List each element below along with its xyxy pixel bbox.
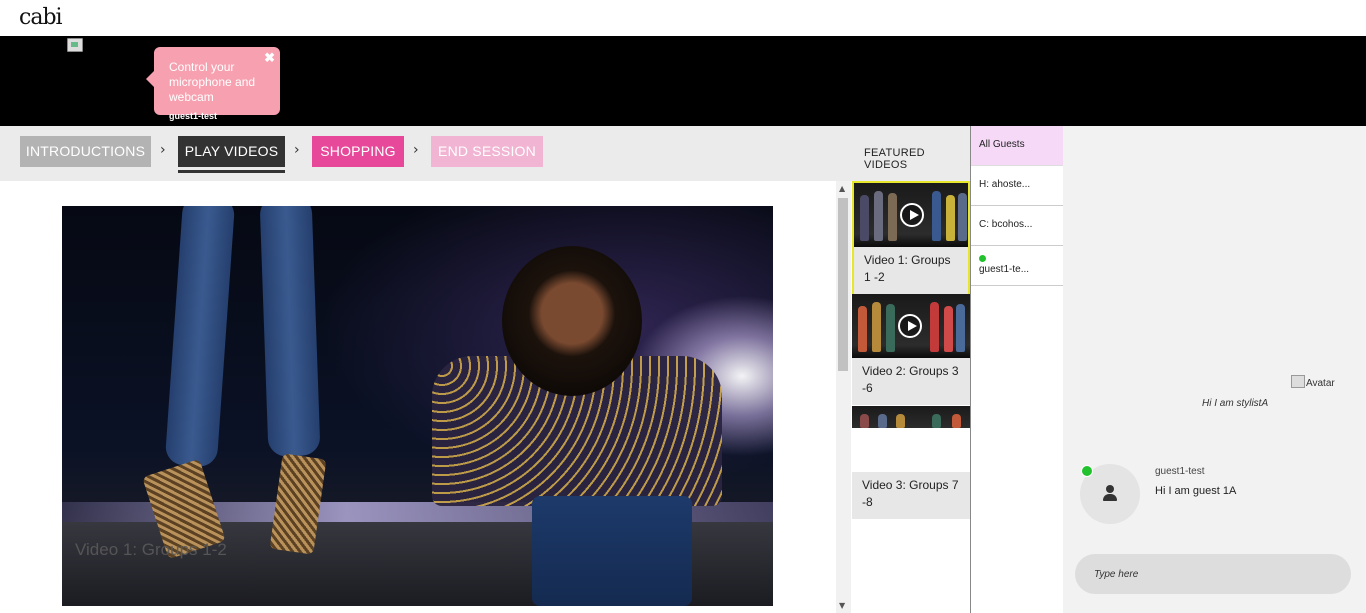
video-title: Video 2: Groups 3 -6 — [862, 364, 959, 395]
thumb-figure — [946, 195, 955, 241]
person-icon — [1103, 485, 1117, 501]
video-title: Video 1: Groups 1 -2 — [864, 253, 951, 284]
step-end-session-button[interactable]: END SESSION — [431, 136, 543, 167]
chevron-right-icon: › — [413, 142, 419, 158]
video-thumbnail — [852, 294, 970, 358]
guest-row-cohost[interactable]: C: bcohos... — [971, 206, 1063, 246]
tooltip-text: Control your microphone and webcam — [169, 60, 256, 104]
thumb-figure — [896, 414, 905, 428]
participant-strip: Control your microphone and webcam ✖ gue… — [0, 36, 1366, 126]
guest-row-guest[interactable]: guest1-te... — [971, 246, 1063, 286]
chat-input[interactable] — [1075, 554, 1351, 594]
mic-webcam-tooltip: Control your microphone and webcam ✖ — [146, 47, 280, 115]
webcam-image-icon — [67, 38, 83, 52]
thumb-figure — [860, 414, 869, 428]
model-leg — [164, 206, 236, 468]
thumb-figure — [886, 304, 895, 352]
all-guests-tab[interactable]: All Guests — [971, 126, 1063, 166]
participant-name: guest1-test — [169, 111, 218, 121]
featured-video-card[interactable]: Video 3: Groups 7 -8 — [852, 406, 970, 519]
guest-avatar — [1080, 464, 1140, 524]
thumb-figure — [932, 191, 941, 241]
top-header: cabi — [0, 0, 1366, 36]
thumb-figure — [872, 302, 881, 352]
video-title: Video 3: Groups 7 -8 — [862, 478, 959, 509]
video-caption: Video 1: Groups 1-2 — [75, 540, 227, 559]
guest-label: guest1-te... — [979, 264, 1030, 275]
step-introductions-button[interactable]: INTRODUCTIONS — [20, 136, 151, 167]
video-thumbnail — [852, 406, 970, 472]
step-play-videos-button[interactable]: PLAY VIDEOS — [178, 136, 285, 173]
thumb-figure — [874, 191, 883, 241]
featured-videos-heading: FEATURED VIDEOS — [864, 147, 925, 171]
cabi-logo[interactable]: cabi — [19, 5, 63, 30]
host-avatar: Avatar — [1291, 375, 1335, 389]
chevron-right-icon: › — [160, 142, 166, 158]
video-thumbnail — [854, 183, 968, 247]
model-leg — [259, 206, 321, 457]
model-jeans — [532, 496, 692, 606]
featured-video-card[interactable]: Video 2: Groups 3 -6 — [852, 294, 970, 405]
thumb-figure — [888, 193, 897, 241]
featured-scrollbar[interactable]: ▲ ▼ — [836, 181, 851, 613]
close-icon[interactable]: ✖ — [264, 50, 275, 65]
scroll-up-arrow-icon[interactable]: ▲ — [839, 184, 845, 193]
thumb-figure — [958, 193, 967, 241]
scroll-thumb[interactable] — [838, 198, 848, 371]
online-status-icon — [979, 255, 986, 262]
thumb-figure — [952, 414, 961, 428]
play-icon[interactable] — [898, 314, 922, 338]
session-nav: INTRODUCTIONS › PLAY VIDEOS › SHOPPING ›… — [0, 126, 970, 181]
guest-message: Hi I am guest 1A — [1155, 485, 1237, 497]
thumb-figure — [932, 414, 941, 428]
play-icon[interactable] — [900, 203, 924, 227]
online-status-icon — [1081, 465, 1093, 477]
chevron-right-icon: › — [294, 142, 300, 158]
thumb-figure — [930, 302, 939, 352]
thumb-figure — [956, 304, 965, 352]
main-video-player[interactable]: Video 1: Groups 1-2 — [62, 206, 773, 606]
step-shopping-button[interactable]: SHOPPING — [312, 136, 404, 167]
host-message: Hi I am stylistA — [1202, 398, 1269, 409]
guest-row-host[interactable]: H: ahoste... — [971, 166, 1063, 206]
guests-panel: All Guests H: ahoste... C: bcohos... gue… — [970, 126, 1063, 613]
chat-panel: Avatar Hi I am stylistA guest1-test Hi I… — [1063, 126, 1366, 613]
thumb-figure — [944, 306, 953, 352]
guest-message-author: guest1-test — [1155, 466, 1205, 477]
featured-video-card[interactable]: Video 1: Groups 1 -2 — [852, 181, 970, 296]
model-head — [502, 246, 642, 396]
thumb-figure — [858, 306, 867, 352]
thumb-figure — [860, 195, 869, 241]
thumb-figure — [878, 414, 887, 428]
scroll-down-arrow-icon[interactable]: ▼ — [839, 601, 845, 610]
